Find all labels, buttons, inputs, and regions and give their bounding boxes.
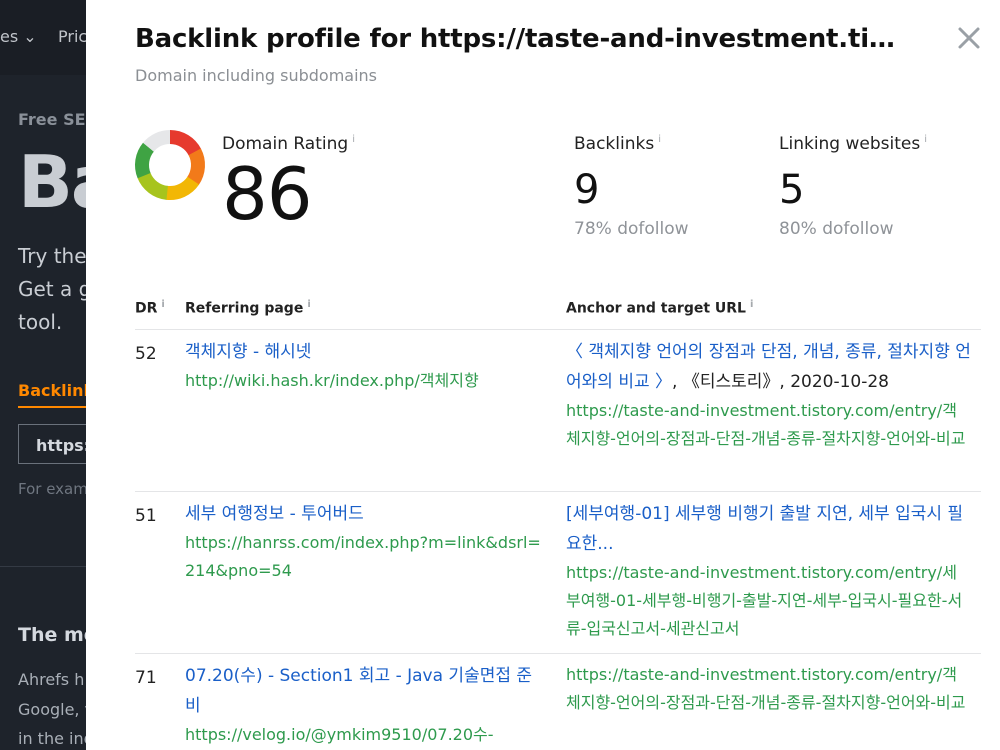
intro-line: tool.: [18, 310, 63, 334]
referring-page-url-link[interactable]: http://wiki.hash.kr/index.php/객체지향: [185, 367, 545, 395]
gauge-segment: [169, 130, 202, 156]
anchor-text: 〈 객체지향 언어의 장점과 단점, 개념, 종류, 절차지향 언어와의 비교 …: [566, 337, 971, 397]
row-dr-value: 71: [135, 668, 157, 688]
referring-page-url-link[interactable]: https://hanrss.com/index.php?m=link&dsrl…: [185, 529, 545, 585]
referring-page-title-link[interactable]: 세부 여행정보 - 투어버드: [185, 499, 545, 529]
table-header-divider: [135, 329, 981, 330]
column-header-referring-page[interactable]: Referring page i: [185, 299, 311, 317]
column-header-dr[interactable]: DR i: [135, 299, 165, 317]
close-icon[interactable]: [954, 20, 984, 54]
backlinks-value: 9: [574, 167, 600, 213]
backlink-profile-modal: Backlink profile for https://taste-and-i…: [86, 0, 1000, 750]
referring-page-title-link[interactable]: 객체지향 - 해시넷: [185, 337, 545, 367]
row-dr-value: 52: [135, 344, 157, 364]
section-line: Ahrefs h: [18, 670, 85, 689]
domain-rating-label: Domain Rating i: [222, 134, 355, 154]
linking-websites-dofollow: 80% dofollow: [779, 219, 894, 239]
section-line: in the ind: [18, 729, 94, 748]
anchor-suffix: , 《티스토리》, 2020-10-28: [672, 372, 889, 392]
nav-item-pricing[interactable]: Pric: [58, 27, 87, 46]
row-divider: [135, 491, 981, 492]
url-input-value: https:: [36, 436, 91, 455]
intro-line: Get a g: [18, 277, 92, 301]
backlinks-dofollow: 78% dofollow: [574, 219, 689, 239]
info-icon[interactable]: i: [658, 134, 661, 145]
tab-backlink[interactable]: Backlink: [18, 381, 94, 400]
section-line: Google, v: [18, 700, 95, 719]
target-url-link[interactable]: https://taste-and-investment.tistory.com…: [566, 559, 971, 643]
info-icon[interactable]: i: [307, 299, 310, 310]
backlinks-label: Backlinks i: [574, 134, 661, 154]
domain-rating-gauge-icon: [133, 128, 207, 202]
modal-subtitle: Domain including subdomains: [135, 66, 378, 85]
gauge-remainder: [143, 130, 171, 152]
linking-websites-value: 5: [779, 167, 805, 213]
gauge-segment: [186, 148, 205, 186]
target-url-link[interactable]: https://taste-and-investment.tistory.com…: [566, 397, 971, 453]
referring-page-title-link[interactable]: 07.20(수) - Section1 회고 - Java 기술면접 준비: [185, 661, 545, 721]
modal-title: Backlink profile for https://taste-and-i…: [135, 24, 895, 54]
row-dr-value: 51: [135, 506, 157, 526]
active-tab-underline: [18, 406, 88, 408]
gauge-segment: [135, 142, 155, 179]
target-url-link[interactable]: https://taste-and-investment.tistory.com…: [566, 661, 971, 717]
info-icon[interactable]: i: [352, 134, 355, 145]
nav-item-features[interactable]: es ⌄: [0, 27, 37, 46]
intro-line: Try the: [18, 244, 87, 268]
example-hint: For exam: [18, 480, 88, 498]
referring-page-url-link[interactable]: https://velog.io/@ymkim9510/07.20수-: [185, 721, 545, 749]
anchor-link[interactable]: [세부여행-01] 세부행 비행기 출발 지연, 세부 입국시 필요한...: [566, 499, 971, 559]
domain-rating-value: 86: [222, 152, 313, 236]
gauge-segment: [137, 172, 169, 200]
column-header-anchor[interactable]: Anchor and target URL i: [566, 299, 753, 317]
linking-websites-label: Linking websites i: [779, 134, 928, 154]
gauge-segment: [165, 176, 200, 200]
info-icon[interactable]: i: [924, 134, 927, 145]
row-divider: [135, 653, 981, 654]
info-icon[interactable]: i: [161, 299, 164, 310]
info-icon[interactable]: i: [750, 299, 753, 310]
